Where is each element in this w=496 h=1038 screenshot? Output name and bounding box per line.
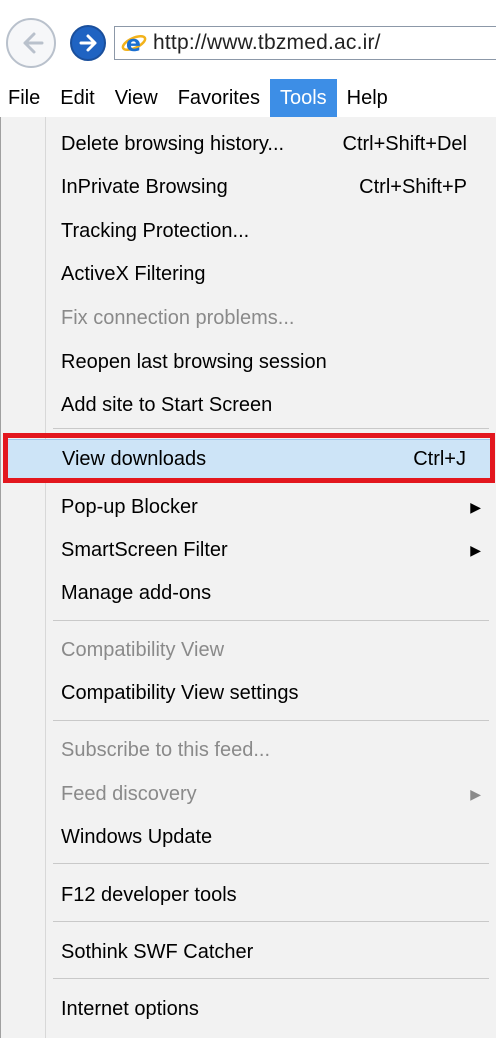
submenu-arrow-icon: ▶ bbox=[470, 785, 481, 802]
menu-item-label: Add site to Start Screen bbox=[61, 393, 273, 416]
menu-item-smartscreen-filter[interactable]: SmartScreen Filter ▶ bbox=[5, 530, 495, 570]
menu-item-label: View downloads bbox=[62, 447, 207, 470]
menu-item-f12-developer-tools[interactable]: F12 developer tools bbox=[5, 875, 495, 915]
address-bar[interactable]: e http://www.tbzmed.ac.ir/ bbox=[114, 26, 496, 60]
forward-arrow-icon bbox=[79, 34, 97, 52]
menu-item-label: Sothink SWF Catcher bbox=[61, 940, 254, 963]
svg-text:e: e bbox=[126, 32, 141, 56]
tools-dropdown-menu: Delete browsing history... Ctrl+Shift+De… bbox=[0, 117, 496, 1038]
menu-item-reopen-last-session[interactable]: Reopen last browsing session bbox=[5, 342, 495, 382]
menu-item-delete-browsing-history[interactable]: Delete browsing history... Ctrl+Shift+De… bbox=[5, 124, 495, 164]
submenu-arrow-icon: ▶ bbox=[470, 498, 481, 515]
menu-item-label: F12 developer tools bbox=[61, 883, 237, 906]
menu-item-shortcut: Ctrl+Shift+Del bbox=[342, 132, 468, 155]
menu-item-label: Pop-up Blocker bbox=[61, 495, 198, 518]
submenu-arrow-icon: ▶ bbox=[470, 541, 481, 558]
menu-item-label: Internet options bbox=[61, 997, 199, 1020]
menu-item-windows-update[interactable]: Windows Update bbox=[5, 817, 495, 857]
menu-edit[interactable]: Edit bbox=[50, 79, 104, 117]
menu-item-manage-addons[interactable]: Manage add-ons bbox=[5, 573, 495, 613]
menu-item-label: ActiveX Filtering bbox=[61, 262, 206, 285]
menu-item-label: InPrivate Browsing bbox=[61, 175, 228, 198]
forward-button[interactable] bbox=[70, 25, 106, 61]
menu-item-label: Compatibility View bbox=[61, 638, 225, 661]
menu-separator bbox=[53, 428, 489, 429]
menu-separator bbox=[53, 921, 489, 922]
menu-separator bbox=[53, 720, 489, 721]
menu-tools[interactable]: Tools bbox=[269, 79, 337, 117]
menu-separator bbox=[53, 620, 489, 621]
menu-item-subscribe-to-feed: Subscribe to this feed... bbox=[5, 730, 495, 770]
menu-item-label: Subscribe to this feed... bbox=[61, 738, 271, 761]
menu-item-inprivate-browsing[interactable]: InPrivate Browsing Ctrl+Shift+P bbox=[5, 167, 495, 207]
menu-item-shortcut: Ctrl+J bbox=[413, 447, 466, 470]
menu-item-activex-filtering[interactable]: ActiveX Filtering bbox=[5, 254, 495, 294]
menu-item-internet-options[interactable]: Internet options bbox=[5, 989, 495, 1029]
menu-item-label: Tracking Protection... bbox=[61, 219, 250, 242]
menu-item-tracking-protection[interactable]: Tracking Protection... bbox=[5, 211, 495, 251]
menu-view[interactable]: View bbox=[105, 79, 168, 117]
menu-item-view-downloads[interactable]: View downloads Ctrl+J bbox=[5, 439, 495, 479]
menu-item-label: Compatibility View settings bbox=[61, 681, 299, 704]
menu-item-label: Reopen last browsing session bbox=[61, 350, 327, 373]
url-text[interactable]: http://www.tbzmed.ac.ir/ bbox=[153, 31, 381, 55]
menu-item-compatibility-view: Compatibility View bbox=[5, 630, 495, 670]
menu-item-popup-blocker[interactable]: Pop-up Blocker ▶ bbox=[5, 487, 495, 527]
menu-help[interactable]: Help bbox=[337, 79, 398, 117]
menu-item-label: SmartScreen Filter bbox=[61, 538, 228, 561]
menu-item-add-site-to-start-screen[interactable]: Add site to Start Screen bbox=[5, 385, 495, 425]
menu-item-label: Delete browsing history... bbox=[61, 132, 285, 155]
ie-logo-icon: e bbox=[121, 32, 147, 56]
menu-item-feed-discovery: Feed discovery ▶ bbox=[5, 774, 495, 814]
menu-separator bbox=[53, 863, 489, 864]
menu-item-label: Manage add-ons bbox=[61, 581, 212, 604]
menu-separator bbox=[53, 978, 489, 979]
back-button[interactable] bbox=[6, 18, 56, 68]
menu-favorites[interactable]: Favorites bbox=[168, 79, 270, 117]
menu-item-label: Fix connection problems... bbox=[61, 306, 295, 329]
menu-file[interactable]: File bbox=[0, 79, 50, 117]
navigation-bar: e http://www.tbzmed.ac.ir/ bbox=[0, 0, 496, 78]
menu-item-sothink-swf-catcher[interactable]: Sothink SWF Catcher bbox=[5, 932, 495, 972]
menu-item-shortcut: Ctrl+Shift+P bbox=[359, 175, 467, 198]
menu-bar: File Edit View Favorites Tools Help bbox=[0, 79, 496, 117]
menu-item-compatibility-view-settings[interactable]: Compatibility View settings bbox=[5, 673, 495, 713]
menu-item-label: Windows Update bbox=[61, 825, 213, 848]
menu-item-label: Feed discovery bbox=[61, 782, 197, 805]
menu-item-fix-connection-problems: Fix connection problems... bbox=[5, 298, 495, 338]
back-arrow-icon bbox=[23, 32, 44, 54]
